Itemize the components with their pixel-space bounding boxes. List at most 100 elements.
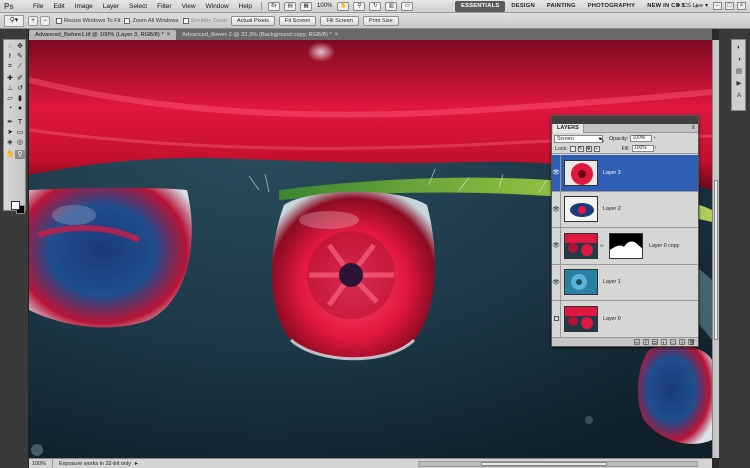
layer-row-layer-2[interactable]: 👁 Layer 2 <box>552 191 698 228</box>
3d-rotate-tool-icon[interactable]: ◈ <box>5 138 15 147</box>
layer-row-layer-0[interactable]: Layer 0 <box>552 301 698 338</box>
menu-select[interactable]: Select <box>124 3 152 10</box>
menu-file[interactable]: File <box>28 3 48 10</box>
status-zoom-level[interactable]: 100% <box>29 458 53 468</box>
tab-advanced-before1[interactable]: Advanced_Before1.tif @ 100% (Layer 3, RG… <box>29 30 177 40</box>
minibridge-icon[interactable]: ▤ <box>284 1 297 11</box>
eye-icon[interactable]: 👁 <box>552 264 561 300</box>
eye-icon[interactable]: 👁 <box>552 191 561 227</box>
layer-style-icon[interactable]: ƒ <box>643 339 649 346</box>
chevron-right-icon[interactable]: › <box>653 135 658 142</box>
lasso-tool-icon[interactable]: ℓ <box>5 52 15 61</box>
new-layer-icon[interactable]: ▯ <box>679 339 685 346</box>
blur-tool-icon[interactable]: ◔ <box>5 104 15 113</box>
workspace-essentials[interactable]: ESSENTIALS <box>455 1 506 12</box>
opacity-input[interactable]: 100% <box>630 135 653 142</box>
layer-row-layer-1[interactable]: 👁 Layer 1 <box>552 264 698 301</box>
lock-position-icon[interactable]: ✥ <box>585 145 592 152</box>
pen-tool-icon[interactable]: ✒ <box>5 118 15 127</box>
actual-pixels-button[interactable]: Actual Pixels <box>230 15 275 26</box>
menu-view[interactable]: View <box>177 3 201 10</box>
marquee-tool-icon[interactable]: ◌ <box>5 42 15 51</box>
blend-mode-select[interactable]: Screen ▾ <box>554 134 603 143</box>
hand-icon[interactable]: ✋ <box>337 1 350 11</box>
workspace-painting[interactable]: PAINTING <box>541 1 582 12</box>
fill-input[interactable]: 100% <box>631 145 654 152</box>
cs-live[interactable]: ✲ CS Live ▾ <box>676 1 708 12</box>
minimize-icon[interactable]: – <box>713 2 722 10</box>
eye-icon[interactable]: 👁 <box>552 155 561 191</box>
healing-brush-tool-icon[interactable]: ✚ <box>5 74 15 83</box>
lock-all-icon[interactable]: ▪ <box>593 145 600 152</box>
new-group-icon[interactable]: ▭ <box>670 339 676 346</box>
gradient-tool-icon[interactable]: ▮ <box>15 94 25 103</box>
layer-row-layer-0-copy[interactable]: 👁 ∞ Layer 0 copy <box>552 228 698 265</box>
zoom-tool-icon[interactable]: ⚲ <box>15 150 25 159</box>
workspace-design[interactable]: DESIGN <box>505 1 540 12</box>
arrange-documents-icon[interactable]: ▥ <box>385 1 398 11</box>
foreground-color-swatch[interactable] <box>11 201 20 210</box>
zoom-in-icon[interactable]: + <box>28 15 38 26</box>
character-panel-icon[interactable]: A <box>734 91 744 100</box>
history-brush-tool-icon[interactable]: ↺ <box>15 84 25 93</box>
horizontal-scrollbar[interactable] <box>418 461 698 467</box>
fit-screen-button[interactable]: Fit Screen <box>278 15 317 26</box>
menu-filter[interactable]: Filter <box>152 3 176 10</box>
grid-icon[interactable]: ▦ <box>300 1 313 11</box>
zoom-out-icon[interactable]: − <box>40 15 50 26</box>
menu-help[interactable]: Help <box>234 3 257 10</box>
menu-image[interactable]: Image <box>70 3 98 10</box>
adjustments-panel-icon[interactable]: ◑ <box>734 55 744 64</box>
zoom-icon[interactable]: ⚲ <box>353 1 366 11</box>
screen-mode-icon[interactable]: ▭ <box>401 1 414 11</box>
visibility-toggle[interactable] <box>552 301 561 337</box>
close-icon[interactable]: × <box>335 30 339 40</box>
menu-window[interactable]: Window <box>201 3 234 10</box>
link-layers-icon[interactable]: ∞ <box>634 339 640 346</box>
workspace-photography[interactable]: PHOTOGRAPHY <box>582 1 642 12</box>
bridge-icon[interactable]: Br <box>268 1 281 11</box>
trash-icon[interactable]: 🗑 <box>688 339 695 346</box>
rotate-view-icon[interactable]: ↻ <box>369 1 382 11</box>
dodge-tool-icon[interactable]: ● <box>15 104 25 113</box>
clone-stamp-tool-icon[interactable]: ⊥ <box>5 84 15 93</box>
panel-titlebar[interactable] <box>552 116 698 124</box>
close-icon[interactable]: × <box>167 30 171 40</box>
maximize-icon[interactable]: □ <box>725 2 734 10</box>
menu-edit[interactable]: Edit <box>48 3 69 10</box>
lock-image-icon[interactable]: ✎ <box>577 145 584 152</box>
close-icon[interactable]: × <box>737 2 746 10</box>
tool-preset-zoom-icon[interactable]: ⚲▾ <box>4 14 24 27</box>
move-tool-icon[interactable]: ✥ <box>15 42 25 51</box>
eraser-tool-icon[interactable]: ▱ <box>5 94 15 103</box>
type-tool-icon[interactable]: T <box>15 118 25 127</box>
add-mask-icon[interactable]: ◘ <box>652 339 658 346</box>
color-panel-icon[interactable]: ◐ <box>734 43 744 52</box>
resize-windows-checkbox[interactable]: Resize Windows To Fit <box>56 17 120 24</box>
3d-orbit-tool-icon[interactable]: ◎ <box>15 138 25 147</box>
lock-transparent-icon[interactable] <box>569 145 576 152</box>
chevron-right-icon[interactable]: › <box>655 145 660 152</box>
status-menu-arrow-icon[interactable]: ▸ <box>135 460 138 467</box>
scrubby-zoom-checkbox[interactable]: Scrubby Zoom <box>182 17 227 24</box>
zoom-all-windows-checkbox[interactable]: Zoom All Windows <box>124 17 179 24</box>
menu-layer[interactable]: Layer <box>98 3 124 10</box>
layer-mask-thumbnail[interactable] <box>609 232 643 259</box>
print-size-button[interactable]: Print Size <box>362 15 399 26</box>
crop-tool-icon[interactable]: ⌗ <box>5 62 15 71</box>
fill-screen-button[interactable]: Fill Screen <box>320 15 359 26</box>
tab-layers[interactable]: LAYERS <box>553 124 584 133</box>
adjustment-layer-icon[interactable]: ◐ <box>661 339 667 346</box>
hand-tool-icon[interactable]: ✋ <box>5 150 15 159</box>
scrollbar-thumb[interactable] <box>481 462 607 466</box>
tab-advanced-flower-2[interactable]: Advanced_flower-2 @ 33.3% (Background co… <box>176 30 344 40</box>
menubar-zoom-level[interactable]: 100% <box>314 3 335 9</box>
panel-menu-icon[interactable]: ≡ <box>691 124 695 133</box>
eyedropper-tool-icon[interactable]: ⁄ <box>15 62 25 71</box>
quick-select-tool-icon[interactable]: ✎ <box>15 52 25 61</box>
link-icon[interactable]: ∞ <box>600 243 605 249</box>
vertical-scrollbar[interactable] <box>712 40 719 458</box>
shape-tool-icon[interactable]: ▭ <box>15 128 25 137</box>
brush-tool-icon[interactable]: ✐ <box>15 74 25 83</box>
path-select-tool-icon[interactable]: ➤ <box>5 128 15 137</box>
